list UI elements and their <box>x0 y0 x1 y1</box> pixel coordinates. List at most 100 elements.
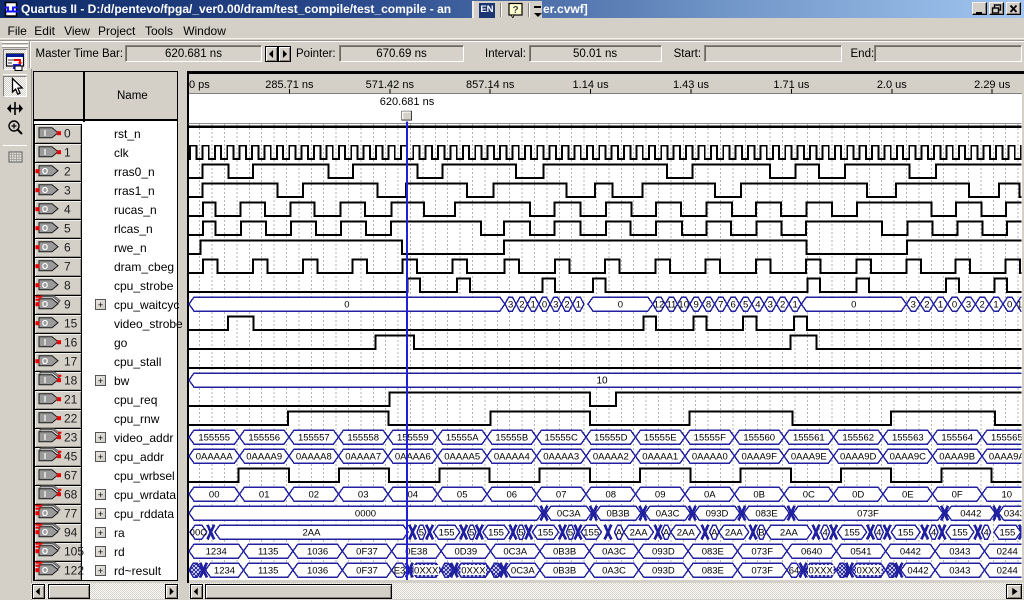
svg-text:3: 3 <box>553 300 558 311</box>
svg-text:2AA: 2AA <box>630 528 649 539</box>
svg-text:0442: 0442 <box>907 566 928 577</box>
svg-text:0AAA9F: 0AAA9F <box>742 452 778 463</box>
svg-text:10: 10 <box>678 300 689 311</box>
svg-text:155564: 155564 <box>941 433 973 444</box>
svg-text:09: 09 <box>655 490 666 501</box>
svg-text:155: 155 <box>583 528 599 539</box>
svg-text:0343: 0343 <box>1004 509 1024 520</box>
svg-text:3: 3 <box>966 300 971 311</box>
svg-text:0E: 0E <box>902 490 914 501</box>
svg-text:10: 10 <box>1002 490 1013 501</box>
svg-text:073F: 073F <box>751 566 773 577</box>
svg-text:06: 06 <box>507 490 518 501</box>
svg-text:3: 3 <box>508 300 513 311</box>
svg-text:155: 155 <box>439 528 455 539</box>
svg-text:0B3B: 0B3B <box>606 509 629 520</box>
svg-text:0AAAA2: 0AAAA2 <box>593 452 629 463</box>
svg-text:4: 4 <box>984 528 989 539</box>
svg-text:15555A: 15555A <box>446 433 479 444</box>
svg-text:15555D: 15555D <box>594 433 627 444</box>
svg-text:083E: 083E <box>702 566 724 577</box>
svg-text:01: 01 <box>259 490 270 501</box>
svg-text:1: 1 <box>792 300 797 311</box>
svg-text:0E38: 0E38 <box>405 547 427 558</box>
svg-text:4: 4 <box>755 300 760 311</box>
svg-text:5: 5 <box>469 528 474 539</box>
svg-text:00: 00 <box>209 490 220 501</box>
svg-text:5: 5 <box>743 300 748 311</box>
svg-text:00C: 00C <box>190 528 208 539</box>
svg-text:0A3C: 0A3C <box>602 547 626 558</box>
svg-text:0AAAA6: 0AAAA6 <box>395 452 431 463</box>
svg-text:0D39: 0D39 <box>454 547 477 558</box>
svg-text:083E: 083E <box>702 547 724 558</box>
svg-text:03: 03 <box>358 490 369 501</box>
svg-text:0F: 0F <box>952 490 963 501</box>
svg-text:0B3B: 0B3B <box>553 566 576 577</box>
svg-text:093D: 093D <box>652 566 675 577</box>
svg-text:15555C: 15555C <box>545 433 578 444</box>
svg-text:15555F: 15555F <box>694 433 726 444</box>
svg-text:64: 64 <box>789 566 800 577</box>
svg-text:155: 155 <box>538 528 554 539</box>
svg-text:0000: 0000 <box>355 509 376 520</box>
svg-text:0: 0 <box>344 300 349 311</box>
svg-text:0: 0 <box>618 300 623 311</box>
svg-text:0640: 0640 <box>801 547 822 558</box>
svg-text:093D: 093D <box>706 509 729 520</box>
svg-text:1135: 1135 <box>258 566 278 577</box>
svg-text:093D: 093D <box>652 547 675 558</box>
svg-text:0AAAA4: 0AAAA4 <box>494 452 530 463</box>
svg-text:0244: 0244 <box>997 566 1018 577</box>
svg-text:0AAA9A: 0AAA9A <box>989 452 1024 463</box>
svg-text:155: 155 <box>952 528 968 539</box>
svg-text:155562: 155562 <box>842 433 874 444</box>
svg-text:155: 155 <box>488 528 504 539</box>
svg-text:07: 07 <box>556 490 567 501</box>
svg-text:12: 12 <box>654 300 665 311</box>
svg-text:0C: 0C <box>803 490 815 501</box>
svg-text:2AA: 2AA <box>677 528 696 539</box>
svg-text:1036: 1036 <box>307 566 328 577</box>
svg-text:4: 4 <box>823 528 828 539</box>
svg-text:155557: 155557 <box>298 433 330 444</box>
svg-text:620.681 ns: 620.681 ns <box>380 96 435 108</box>
svg-text:0: 0 <box>851 300 856 311</box>
svg-text:5: 5 <box>518 528 523 539</box>
svg-text:0XXX: 0XXX <box>809 566 834 577</box>
svg-text:0AAAA5: 0AAAA5 <box>444 452 480 463</box>
svg-text:2: 2 <box>780 300 785 311</box>
svg-text:02: 02 <box>309 490 320 501</box>
svg-text:2: 2 <box>980 300 985 311</box>
svg-text:0XXX: 0XXX <box>461 566 486 577</box>
svg-text:0XXX: 0XXX <box>856 566 881 577</box>
svg-text:A: A <box>616 528 623 539</box>
svg-text:05: 05 <box>457 490 468 501</box>
svg-text:073F: 073F <box>857 509 879 520</box>
svg-text:155561: 155561 <box>793 433 825 444</box>
svg-text:0C3A: 0C3A <box>557 509 581 520</box>
svg-text:155559: 155559 <box>397 433 429 444</box>
svg-text:0F37: 0F37 <box>356 547 378 558</box>
svg-text:0AAA9C: 0AAA9C <box>890 452 927 463</box>
svg-text:0343: 0343 <box>949 566 970 577</box>
svg-text:155558: 155558 <box>347 433 379 444</box>
svg-text:1234: 1234 <box>206 547 227 558</box>
svg-text:2: 2 <box>519 300 524 311</box>
svg-text:9: 9 <box>693 300 698 311</box>
svg-text:0AAAAA: 0AAAAA <box>196 452 234 463</box>
svg-text:0C3A: 0C3A <box>511 566 535 577</box>
svg-text:0541: 0541 <box>850 547 871 558</box>
svg-text:0343: 0343 <box>949 547 970 558</box>
svg-text:0: 0 <box>952 300 957 311</box>
svg-text:1: 1 <box>993 300 998 311</box>
svg-text:15555E: 15555E <box>644 433 677 444</box>
svg-text:6: 6 <box>731 300 736 311</box>
svg-text:0B: 0B <box>753 490 765 501</box>
svg-text:0AAA9E: 0AAA9E <box>791 452 827 463</box>
svg-text:0244: 0244 <box>997 547 1018 558</box>
svg-text:2: 2 <box>564 300 569 311</box>
svg-text:0AAA9B: 0AAA9B <box>939 452 975 463</box>
svg-text:B: B <box>758 528 764 539</box>
svg-text:2AA: 2AA <box>780 528 799 539</box>
